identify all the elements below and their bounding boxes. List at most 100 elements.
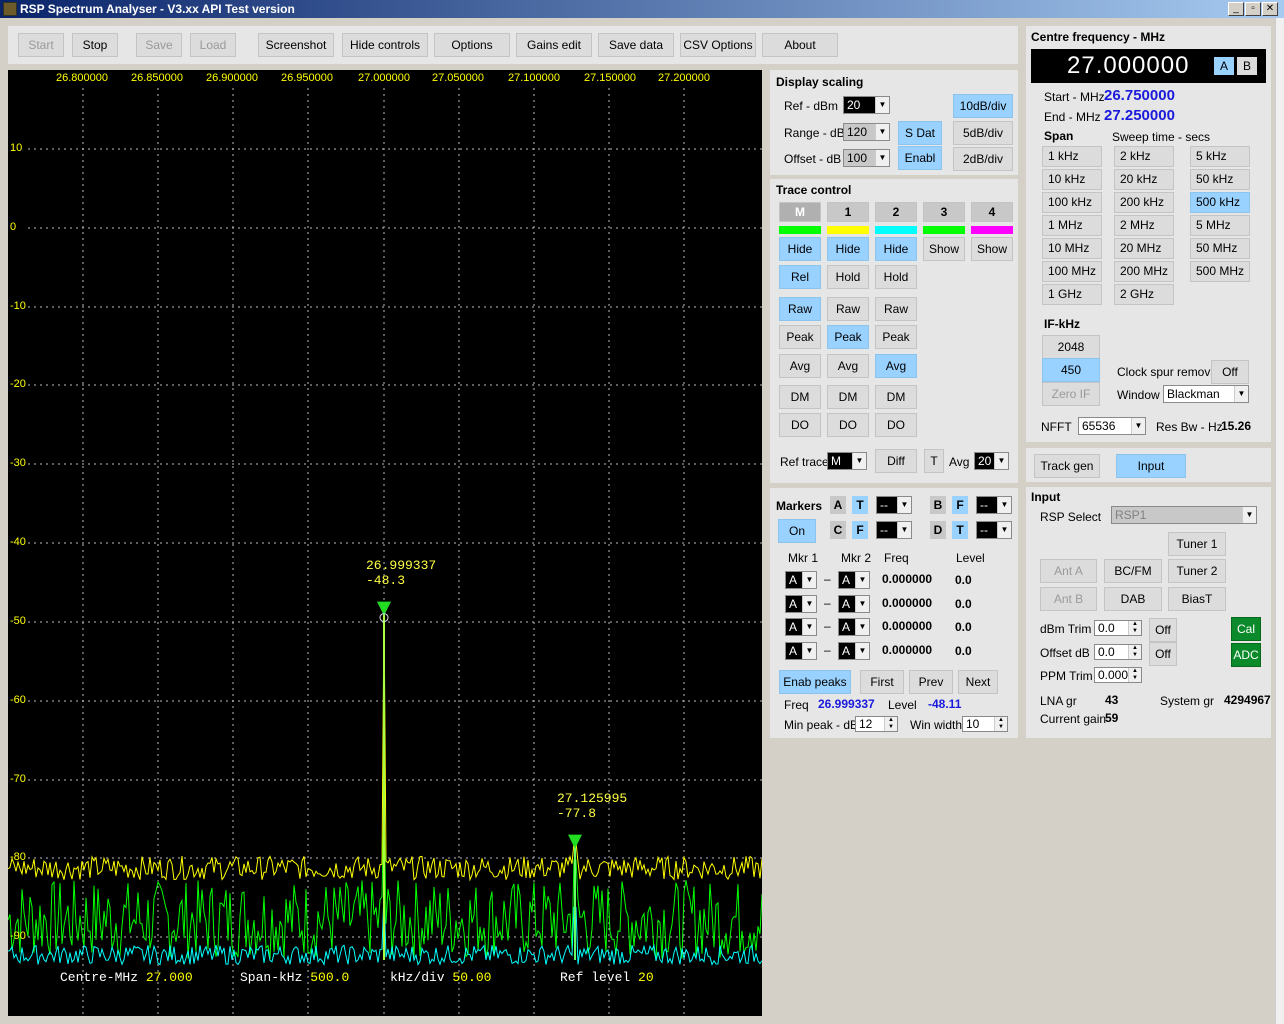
dm-button[interactable]: DM <box>875 385 917 409</box>
do-button[interactable]: DO <box>779 413 821 437</box>
span-500-mhz-button[interactable]: 500 MHz <box>1190 261 1250 282</box>
csv-options-button[interactable]: CSV Options <box>680 33 756 57</box>
ant-b-button[interactable]: Ant B <box>1040 587 1097 611</box>
tuner1-button[interactable]: Tuner 1 <box>1168 532 1226 556</box>
marker-d-button[interactable]: D <box>930 521 946 539</box>
do-button[interactable]: DO <box>827 413 869 437</box>
marker-row-mkr1-select[interactable]: A ▼ <box>785 571 817 589</box>
span-5-mhz-button[interactable]: 5 MHz <box>1190 215 1250 236</box>
span-2-ghz-button[interactable]: 2 GHz <box>1114 284 1174 305</box>
peak-button[interactable]: Peak <box>779 325 821 349</box>
marker-row-mkr1-select[interactable]: A ▼ <box>785 618 817 636</box>
s-dat-button[interactable]: S Dat <box>898 121 942 145</box>
raw-button[interactable]: Raw <box>779 297 821 321</box>
span-10-mhz-button[interactable]: 10 MHz <box>1042 238 1102 259</box>
trace-visibility-button[interactable]: Hide <box>779 237 821 261</box>
minimize-button[interactable]: _ <box>1228 2 1244 16</box>
dab-button[interactable]: DAB <box>1104 587 1162 611</box>
load-button[interactable]: Load <box>190 33 236 57</box>
span-1-ghz-button[interactable]: 1 GHz <box>1042 284 1102 305</box>
t-button[interactable]: T <box>924 449 944 473</box>
span-2-khz-button[interactable]: 2 kHz <box>1114 146 1174 167</box>
marker-f-button[interactable]: F <box>952 496 968 514</box>
bc-fm-button[interactable]: BC/FM <box>1104 559 1162 583</box>
rsp-select[interactable]: RSP1 ▼ <box>1111 506 1257 524</box>
options-button[interactable]: Options <box>434 33 510 57</box>
window-select[interactable]: Blackman ▼ <box>1163 385 1249 403</box>
adc-button[interactable]: ADC <box>1231 643 1261 667</box>
trace-visibility-button[interactable]: Show <box>923 237 965 261</box>
vfo-b-button[interactable]: B <box>1237 57 1257 75</box>
marker-b-button[interactable]: B <box>930 496 946 514</box>
start-button[interactable]: Start <box>18 33 64 57</box>
vfo-a-button[interactable]: A <box>1214 57 1234 75</box>
ant-a-button[interactable]: Ant A <box>1040 559 1097 583</box>
avg-button[interactable]: Avg <box>779 354 821 378</box>
marker-f2-button[interactable]: F <box>852 521 868 539</box>
trace-header-1[interactable]: 1 <box>827 202 869 222</box>
trace-header-M[interactable]: M <box>779 202 821 222</box>
hold-button[interactable]: Hold <box>875 265 917 289</box>
marker-row-mkr1-select[interactable]: A ▼ <box>785 594 817 613</box>
marker-c-button[interactable]: C <box>830 521 846 539</box>
vertical-scrollbar[interactable] <box>1275 18 1284 1024</box>
first-peak-button[interactable]: First <box>860 670 904 694</box>
gains-edit-button[interactable]: Gains edit <box>516 33 592 57</box>
spinner-arrows-icon[interactable]: ▲ ▼ <box>1128 668 1141 682</box>
5db-div-button[interactable]: 5dB/div <box>953 121 1013 145</box>
ppm-trim-spinner[interactable]: 0.000 ▲ ▼ <box>1094 667 1142 683</box>
spectrum-plot[interactable]: 26.800000 26.850000 26.900000 26.950000 27.0… <box>8 70 762 1016</box>
trace-visibility-button[interactable]: Hide <box>827 237 869 261</box>
nfft-select[interactable]: 65536 ▼ <box>1078 417 1146 435</box>
offset-off-button[interactable]: Off <box>1149 642 1177 666</box>
ref-dbm-select[interactable]: 20 ▼ <box>843 96 890 114</box>
2db-div-button[interactable]: 2dB/div <box>953 147 1013 171</box>
zero-if-button[interactable]: Zero IF <box>1042 382 1100 406</box>
avg-select[interactable]: 20 ▼ <box>974 452 1009 470</box>
trace-visibility-button[interactable]: Hide <box>875 237 917 261</box>
enabl-button[interactable]: Enabl <box>898 146 942 170</box>
span-50-khz-button[interactable]: 50 kHz <box>1190 169 1250 190</box>
peak-button[interactable]: Peak <box>827 325 869 349</box>
marker-row-mkr2-select[interactable]: A ▼ <box>838 618 870 636</box>
offset-db-select[interactable]: 100 ▼ <box>843 149 890 167</box>
prev-peak-button[interactable]: Prev <box>909 670 953 694</box>
trace-visibility-button[interactable]: Show <box>971 237 1013 261</box>
marker-c-select[interactable]: -- ▼ <box>876 521 912 539</box>
diff-button[interactable]: Diff <box>875 449 917 473</box>
span-20-mhz-button[interactable]: 20 MHz <box>1114 238 1174 259</box>
span-50-mhz-button[interactable]: 50 MHz <box>1190 238 1250 259</box>
stop-button[interactable]: Stop <box>72 33 118 57</box>
clock-spur-toggle[interactable]: Off <box>1211 360 1249 384</box>
trace-header-2[interactable]: 2 <box>875 202 917 222</box>
trace-header-3[interactable]: 3 <box>923 202 965 222</box>
maximize-button[interactable]: ▫ <box>1245 2 1261 16</box>
about-button[interactable]: About <box>762 33 838 57</box>
hold-button[interactable]: Hold <box>827 265 869 289</box>
tuner2-button[interactable]: Tuner 2 <box>1168 559 1226 583</box>
rel-button[interactable]: Rel <box>779 265 821 289</box>
span-20-khz-button[interactable]: 20 kHz <box>1114 169 1174 190</box>
span-1-khz-button[interactable]: 1 kHz <box>1042 146 1102 167</box>
range-db-select[interactable]: 120 ▼ <box>843 123 890 141</box>
span-5-khz-button[interactable]: 5 kHz <box>1190 146 1250 167</box>
marker-row-mkr2-select[interactable]: A ▼ <box>838 571 870 589</box>
save-data-button[interactable]: Save data <box>598 33 674 57</box>
span-1-mhz-button[interactable]: 1 MHz <box>1042 215 1102 236</box>
marker-a-select[interactable]: -- ▼ <box>876 496 912 514</box>
avg-button[interactable]: Avg <box>827 354 869 378</box>
screenshot-button[interactable]: Screenshot <box>258 33 334 57</box>
if-2048-button[interactable]: 2048 <box>1042 335 1100 359</box>
span-10-khz-button[interactable]: 10 kHz <box>1042 169 1102 190</box>
marker-a-button[interactable]: A <box>830 496 846 514</box>
avg-button[interactable]: Avg <box>875 354 917 378</box>
spinner-arrows-icon[interactable]: ▲ ▼ <box>1128 645 1141 659</box>
enab-peaks-button[interactable]: Enab peaks <box>779 670 851 694</box>
span-200-mhz-button[interactable]: 200 MHz <box>1114 261 1174 282</box>
markers-on-button[interactable]: On <box>778 519 816 543</box>
save-button[interactable]: Save <box>136 33 182 57</box>
marker-row-mkr2-select[interactable]: A ▼ <box>838 641 870 660</box>
marker-row-mkr2-select[interactable]: A ▼ <box>838 594 870 613</box>
marker-row-mkr1-select[interactable]: A ▼ <box>785 641 817 660</box>
close-button[interactable]: ✕ <box>1262 2 1278 16</box>
